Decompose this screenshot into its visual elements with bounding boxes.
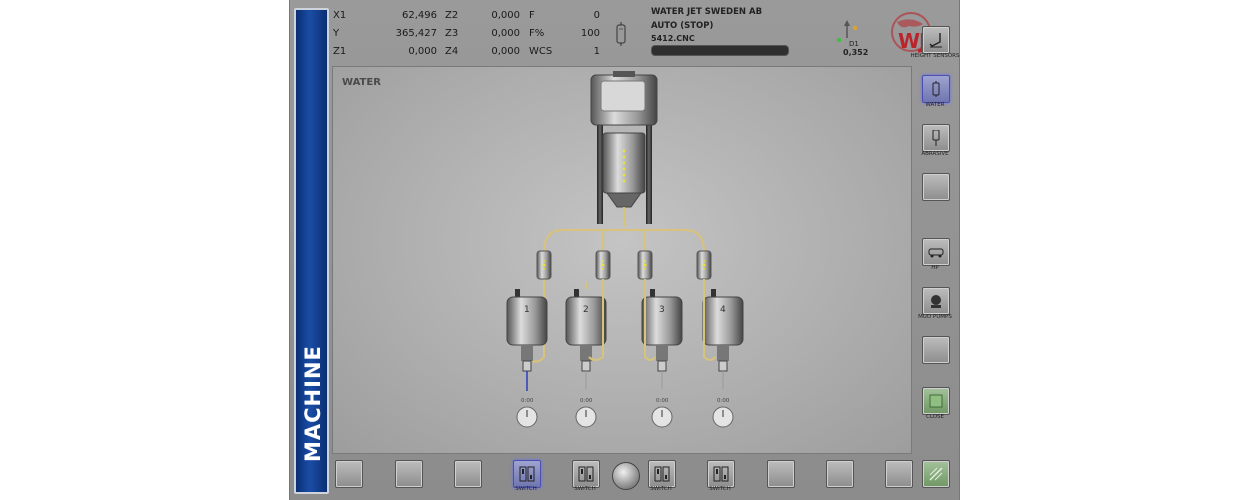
height-sensor-icon — [929, 33, 942, 48]
water-system-panel: WATER 1 2 3 4 0:00 0:00 0:00 0:00 — [332, 66, 912, 454]
hp-button[interactable] — [922, 238, 950, 266]
machine-frame: MACHINE X1 62,496 Y 365,427 Z1 0,000 Z2 … — [289, 0, 960, 500]
axis-z1-label: Z1 — [333, 46, 347, 57]
switch-icon — [519, 466, 535, 482]
right-empty-button-1[interactable] — [922, 173, 950, 201]
axis-y-label: Y — [333, 28, 340, 39]
water-button[interactable] — [922, 75, 950, 103]
mud-pumps-button[interactable] — [922, 287, 950, 315]
switch-label-1: SWITCH — [515, 486, 537, 492]
switch-icon — [654, 466, 670, 482]
switch-button-2[interactable] — [572, 460, 600, 488]
abrasive-label: ABRASIVE — [921, 151, 949, 157]
right-empty-button-2[interactable] — [922, 336, 950, 364]
axis-x1-label: X1 — [333, 10, 347, 21]
valve-row — [536, 250, 712, 280]
stop-button[interactable] — [612, 462, 640, 490]
head-3-number: 3 — [659, 305, 665, 315]
wcs-value: 1 — [593, 46, 600, 57]
axis-z4-value: 0,000 — [491, 46, 520, 57]
cutting-head-2 — [565, 282, 607, 389]
switch-button-3[interactable] — [648, 460, 676, 488]
machine-label: MACHINE — [300, 345, 325, 462]
axis-y-value: 365,427 — [395, 28, 437, 39]
company-name: WATER JET SWEDEN AB — [651, 7, 763, 17]
head-1-number: 1 — [524, 305, 530, 315]
close-label: CLOSE — [925, 414, 944, 420]
bottom-button-9[interactable] — [826, 460, 854, 488]
d1-indicator: D1 0,352 — [835, 18, 880, 58]
bottom-button-3[interactable] — [454, 460, 482, 488]
head-2-number: 2 — [583, 305, 589, 315]
machine-sidebar: MACHINE — [294, 8, 329, 494]
height-sensors-button[interactable] — [922, 26, 950, 54]
timer-gauges — [516, 406, 734, 428]
switch-icon — [578, 466, 594, 482]
head-2-time: 0:00 — [580, 398, 593, 404]
axis-z3-value: 0,000 — [491, 28, 520, 39]
bottom-button-2[interactable] — [395, 460, 423, 488]
corner-button[interactable] — [922, 460, 950, 488]
switch-button-4[interactable] — [707, 460, 735, 488]
close-icon — [929, 394, 943, 408]
bottom-button-1[interactable] — [335, 460, 363, 488]
switch-label-3: SWITCH — [650, 486, 672, 492]
water-tank — [590, 71, 658, 224]
status-header: X1 62,496 Y 365,427 Z1 0,000 Z2 0,000 Z3… — [330, 0, 940, 64]
head-3-time: 0:00 — [656, 398, 669, 404]
axis-x1-value: 62,496 — [402, 10, 437, 21]
cutting-head-4 — [702, 289, 744, 389]
close-button[interactable] — [922, 387, 950, 415]
program-progress-bar — [651, 45, 789, 56]
machine-mode: AUTO (STOP) — [651, 21, 714, 31]
d1-label: D1 — [849, 40, 859, 48]
water-label: WATER — [925, 102, 945, 108]
diagonal-icon — [929, 467, 943, 481]
hp-label: HP — [931, 265, 939, 271]
head-4-time: 0:00 — [717, 398, 730, 404]
d1-value: 0,352 — [843, 48, 869, 57]
sensor-icon — [836, 20, 858, 42]
hp-pump-icon — [928, 248, 944, 258]
switch-label-2: SWITCH — [574, 486, 596, 492]
head-4-number: 4 — [720, 305, 726, 315]
axis-z2-value: 0,000 — [491, 10, 520, 21]
cutting-head-3 — [641, 289, 683, 389]
mud-pump-icon — [931, 295, 941, 308]
switch-button-1[interactable] — [513, 460, 541, 488]
axis-z1-value: 0,000 — [408, 46, 437, 57]
abrasive-icon — [932, 130, 940, 146]
water-icon — [932, 81, 940, 97]
program-name: 5412.CNC — [651, 34, 695, 43]
cylinder-icon — [616, 22, 626, 46]
feed-value: 0 — [593, 10, 600, 21]
water-schematic — [506, 71, 744, 428]
feed-percent-value: 100 — [580, 28, 600, 39]
switch-icon — [713, 466, 729, 482]
head-1-time: 0:00 — [521, 398, 534, 404]
height-sensors-label: HEIGHT SENSORS — [910, 53, 960, 59]
mud-pumps-label: MUD PUMPS — [918, 314, 952, 320]
switch-label-4: SWITCH — [709, 486, 731, 492]
bottom-button-8[interactable] — [767, 460, 795, 488]
abrasive-button[interactable] — [922, 124, 950, 152]
bottom-button-10[interactable] — [885, 460, 913, 488]
